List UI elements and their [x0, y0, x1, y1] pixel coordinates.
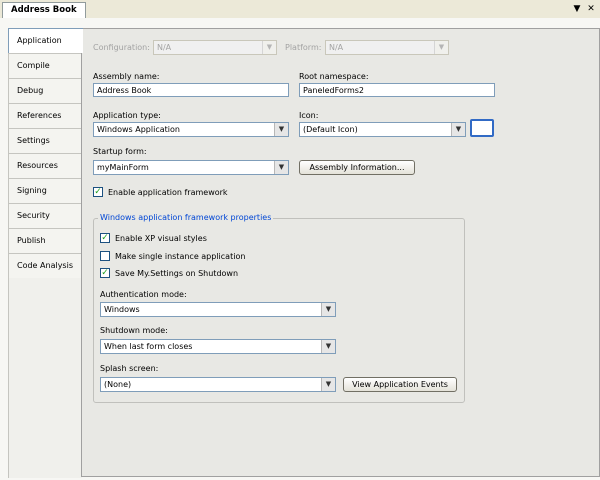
view-application-events-button[interactable]: View Application Events [343, 377, 457, 392]
icon-label: Icon: [299, 111, 319, 120]
splash-screen-value: (None) [104, 380, 132, 389]
assembly-name-input[interactable]: Address Book [93, 83, 289, 97]
side-tab-compile[interactable]: Compile [8, 53, 81, 78]
icon-select[interactable]: (Default Icon) ▼ [299, 122, 466, 137]
chevron-down-icon: ▼ [262, 41, 276, 54]
single-instance-checkbox[interactable] [100, 251, 110, 261]
configuration-value: N/A [157, 43, 172, 52]
document-tab-bar [0, 0, 600, 19]
application-type-select[interactable]: Windows Application ▼ [93, 122, 289, 137]
side-tab-label: Security [17, 211, 50, 220]
xp-styles-label: Enable XP visual styles [115, 234, 207, 243]
configuration-label: Configuration: [93, 43, 150, 52]
startup-form-value: myMainForm [97, 163, 149, 172]
side-tab-resources[interactable]: Resources [8, 153, 81, 178]
side-tab-publish[interactable]: Publish [8, 228, 81, 253]
side-tab-security[interactable]: Security [8, 203, 81, 228]
application-type-label: Application type: [93, 111, 161, 120]
side-tab-filler [8, 278, 82, 478]
save-settings-label: Save My.Settings on Shutdown [115, 269, 239, 278]
enable-framework-label: Enable application framework [108, 188, 228, 197]
side-tab-references[interactable]: References [8, 103, 81, 128]
root-namespace-label: Root namespace: [299, 72, 369, 81]
side-tab-label: Resources [17, 161, 58, 170]
side-tab-label: Publish [17, 236, 46, 245]
platform-value: N/A [329, 43, 344, 52]
chevron-down-icon: ▼ [321, 303, 335, 316]
shutdown-mode-label: Shutdown mode: [100, 326, 168, 335]
chevron-down-icon: ▼ [451, 123, 465, 136]
chevron-down-icon: ▼ [321, 378, 335, 391]
document-tab-title: Address Book [11, 5, 77, 15]
close-icon[interactable]: ✕ [585, 3, 597, 15]
configuration-select[interactable]: N/A ▼ [153, 40, 277, 55]
splash-screen-label: Splash screen: [100, 364, 159, 373]
side-tab-label: Settings [17, 136, 50, 145]
document-tab-address-book[interactable]: Address Book [2, 2, 86, 18]
side-tab-label: References [17, 111, 62, 120]
side-tab-label: Application [17, 36, 62, 45]
side-tab-label: Code Analysis [17, 261, 73, 270]
application-type-value: Windows Application [97, 125, 180, 134]
platform-label: Platform: [285, 43, 322, 52]
chevron-down-icon[interactable]: ▼ [571, 3, 583, 15]
side-tab-application[interactable]: Application [8, 28, 83, 53]
shutdown-mode-value: When last form closes [104, 342, 193, 351]
assembly-name-label: Assembly name: [93, 72, 160, 81]
side-tab-label: Compile [17, 61, 50, 70]
auth-mode-select[interactable]: Windows ▼ [100, 302, 336, 317]
auth-mode-label: Authentication mode: [100, 290, 187, 299]
startup-form-select[interactable]: myMainForm ▼ [93, 160, 289, 175]
save-settings-checkbox[interactable]: ✓ [100, 268, 110, 278]
icon-value: (Default Icon) [303, 125, 358, 134]
side-tab-code-analysis[interactable]: Code Analysis [8, 253, 81, 278]
chevron-down-icon: ▼ [274, 123, 288, 136]
chevron-down-icon: ▼ [321, 340, 335, 353]
auth-mode-value: Windows [104, 305, 140, 314]
side-tab-signing[interactable]: Signing [8, 178, 81, 203]
assembly-information-button[interactable]: Assembly Information... [299, 160, 415, 175]
shutdown-mode-select[interactable]: When last form closes ▼ [100, 339, 336, 354]
single-instance-label: Make single instance application [115, 252, 246, 261]
chevron-down-icon: ▼ [434, 41, 448, 54]
side-tab-label: Signing [17, 186, 47, 195]
startup-form-label: Startup form: [93, 147, 147, 156]
splash-screen-select[interactable]: (None) ▼ [100, 377, 336, 392]
chevron-down-icon: ▼ [274, 161, 288, 174]
side-tab-settings[interactable]: Settings [8, 128, 81, 153]
side-tab-debug[interactable]: Debug [8, 78, 81, 103]
xp-styles-checkbox[interactable]: ✓ [100, 233, 110, 243]
side-tab-label: Debug [17, 86, 44, 95]
platform-select[interactable]: N/A ▼ [325, 40, 449, 55]
icon-preview-box [470, 119, 494, 137]
framework-properties-title: Windows application framework properties [98, 213, 274, 222]
enable-framework-checkbox[interactable]: ✓ [93, 187, 103, 197]
root-namespace-input[interactable]: PaneledForms2 [299, 83, 495, 97]
